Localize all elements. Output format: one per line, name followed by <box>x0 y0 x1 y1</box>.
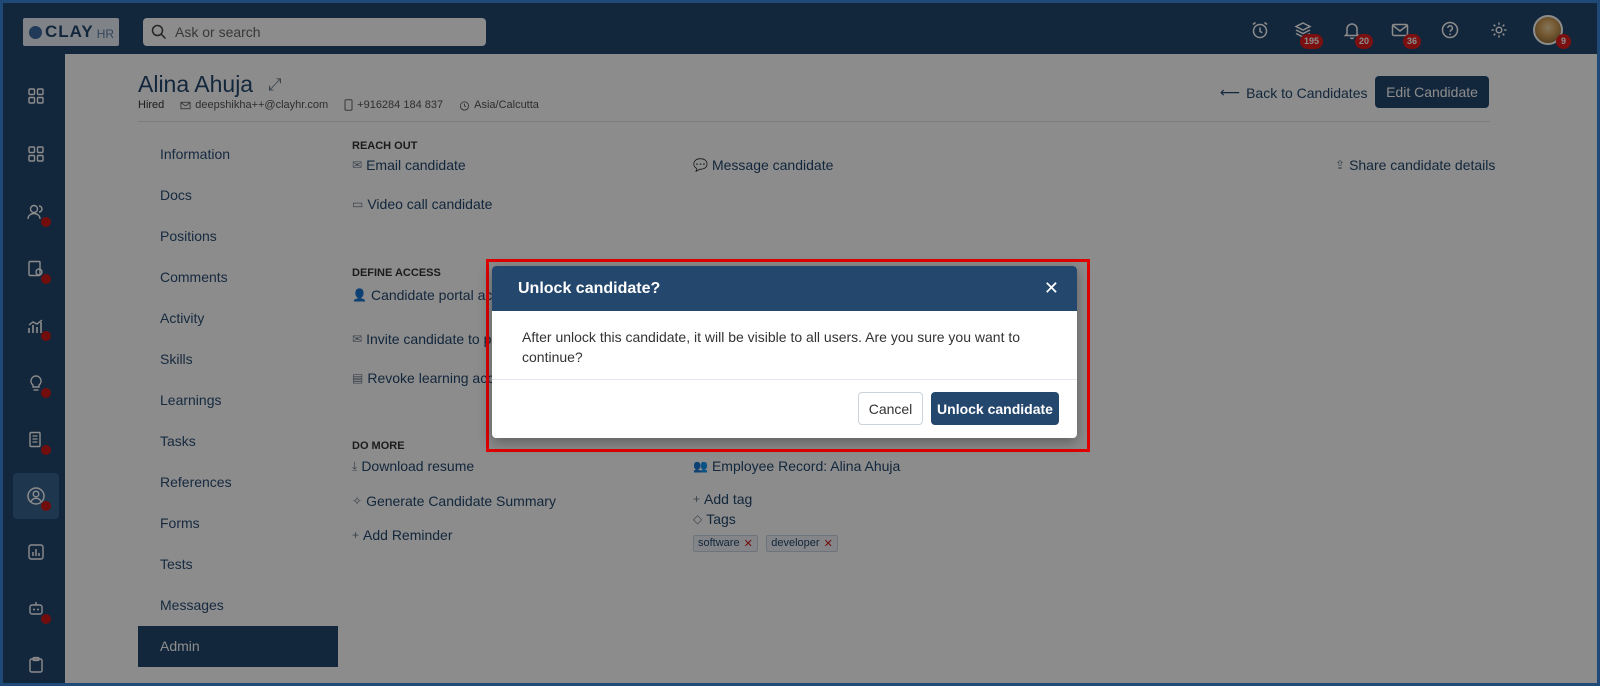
close-icon[interactable]: ✕ <box>1044 278 1059 299</box>
dialog-message: After unlock this candidate, it will be … <box>492 311 1077 380</box>
dialog-header: Unlock candidate? ✕ <box>492 266 1077 311</box>
dialog-title: Unlock candidate? <box>518 279 661 297</box>
app-frame: CLAY HR Ask or search 195 20 36 9 Alina … <box>3 3 1597 683</box>
unlock-candidate-dialog: Unlock candidate? ✕ After unlock this ca… <box>492 266 1077 438</box>
dialog-footer: Cancel Unlock candidate <box>858 392 1059 425</box>
unlock-candidate-button[interactable]: Unlock candidate <box>931 392 1059 425</box>
cancel-button[interactable]: Cancel <box>858 392 923 425</box>
